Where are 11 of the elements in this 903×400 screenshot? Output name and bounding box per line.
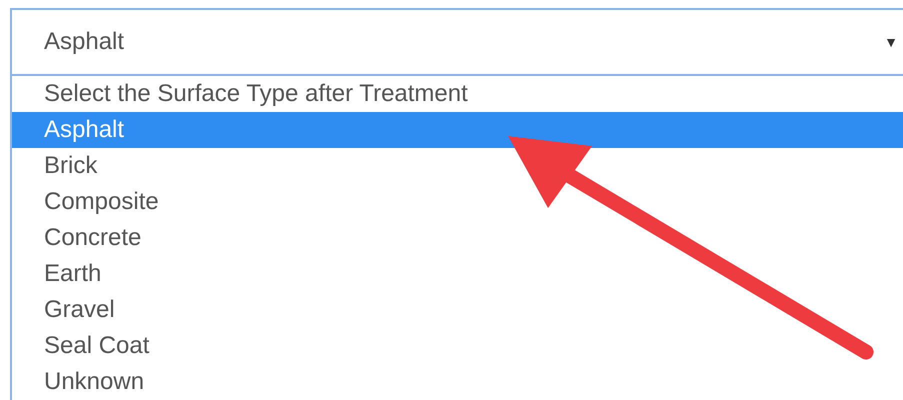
dropdown-option[interactable]: Brick	[12, 148, 903, 184]
select-value: Asphalt	[44, 27, 126, 57]
dropdown-option[interactable]: Composite	[12, 184, 903, 220]
dropdown-option[interactable]: Select the Surface Type after Treatment	[12, 76, 903, 112]
caret-icon: ▼	[884, 32, 898, 52]
dropdown-option[interactable]: Seal Coat	[12, 328, 903, 364]
dropdown-option[interactable]: Earth	[12, 256, 903, 292]
dropdown-option[interactable]: Unknown	[12, 364, 903, 400]
surface-type-select[interactable]: Asphalt ▼	[10, 8, 903, 76]
dropdown-option[interactable]: Gravel	[12, 292, 903, 328]
dropdown-option[interactable]: Concrete	[12, 220, 903, 256]
